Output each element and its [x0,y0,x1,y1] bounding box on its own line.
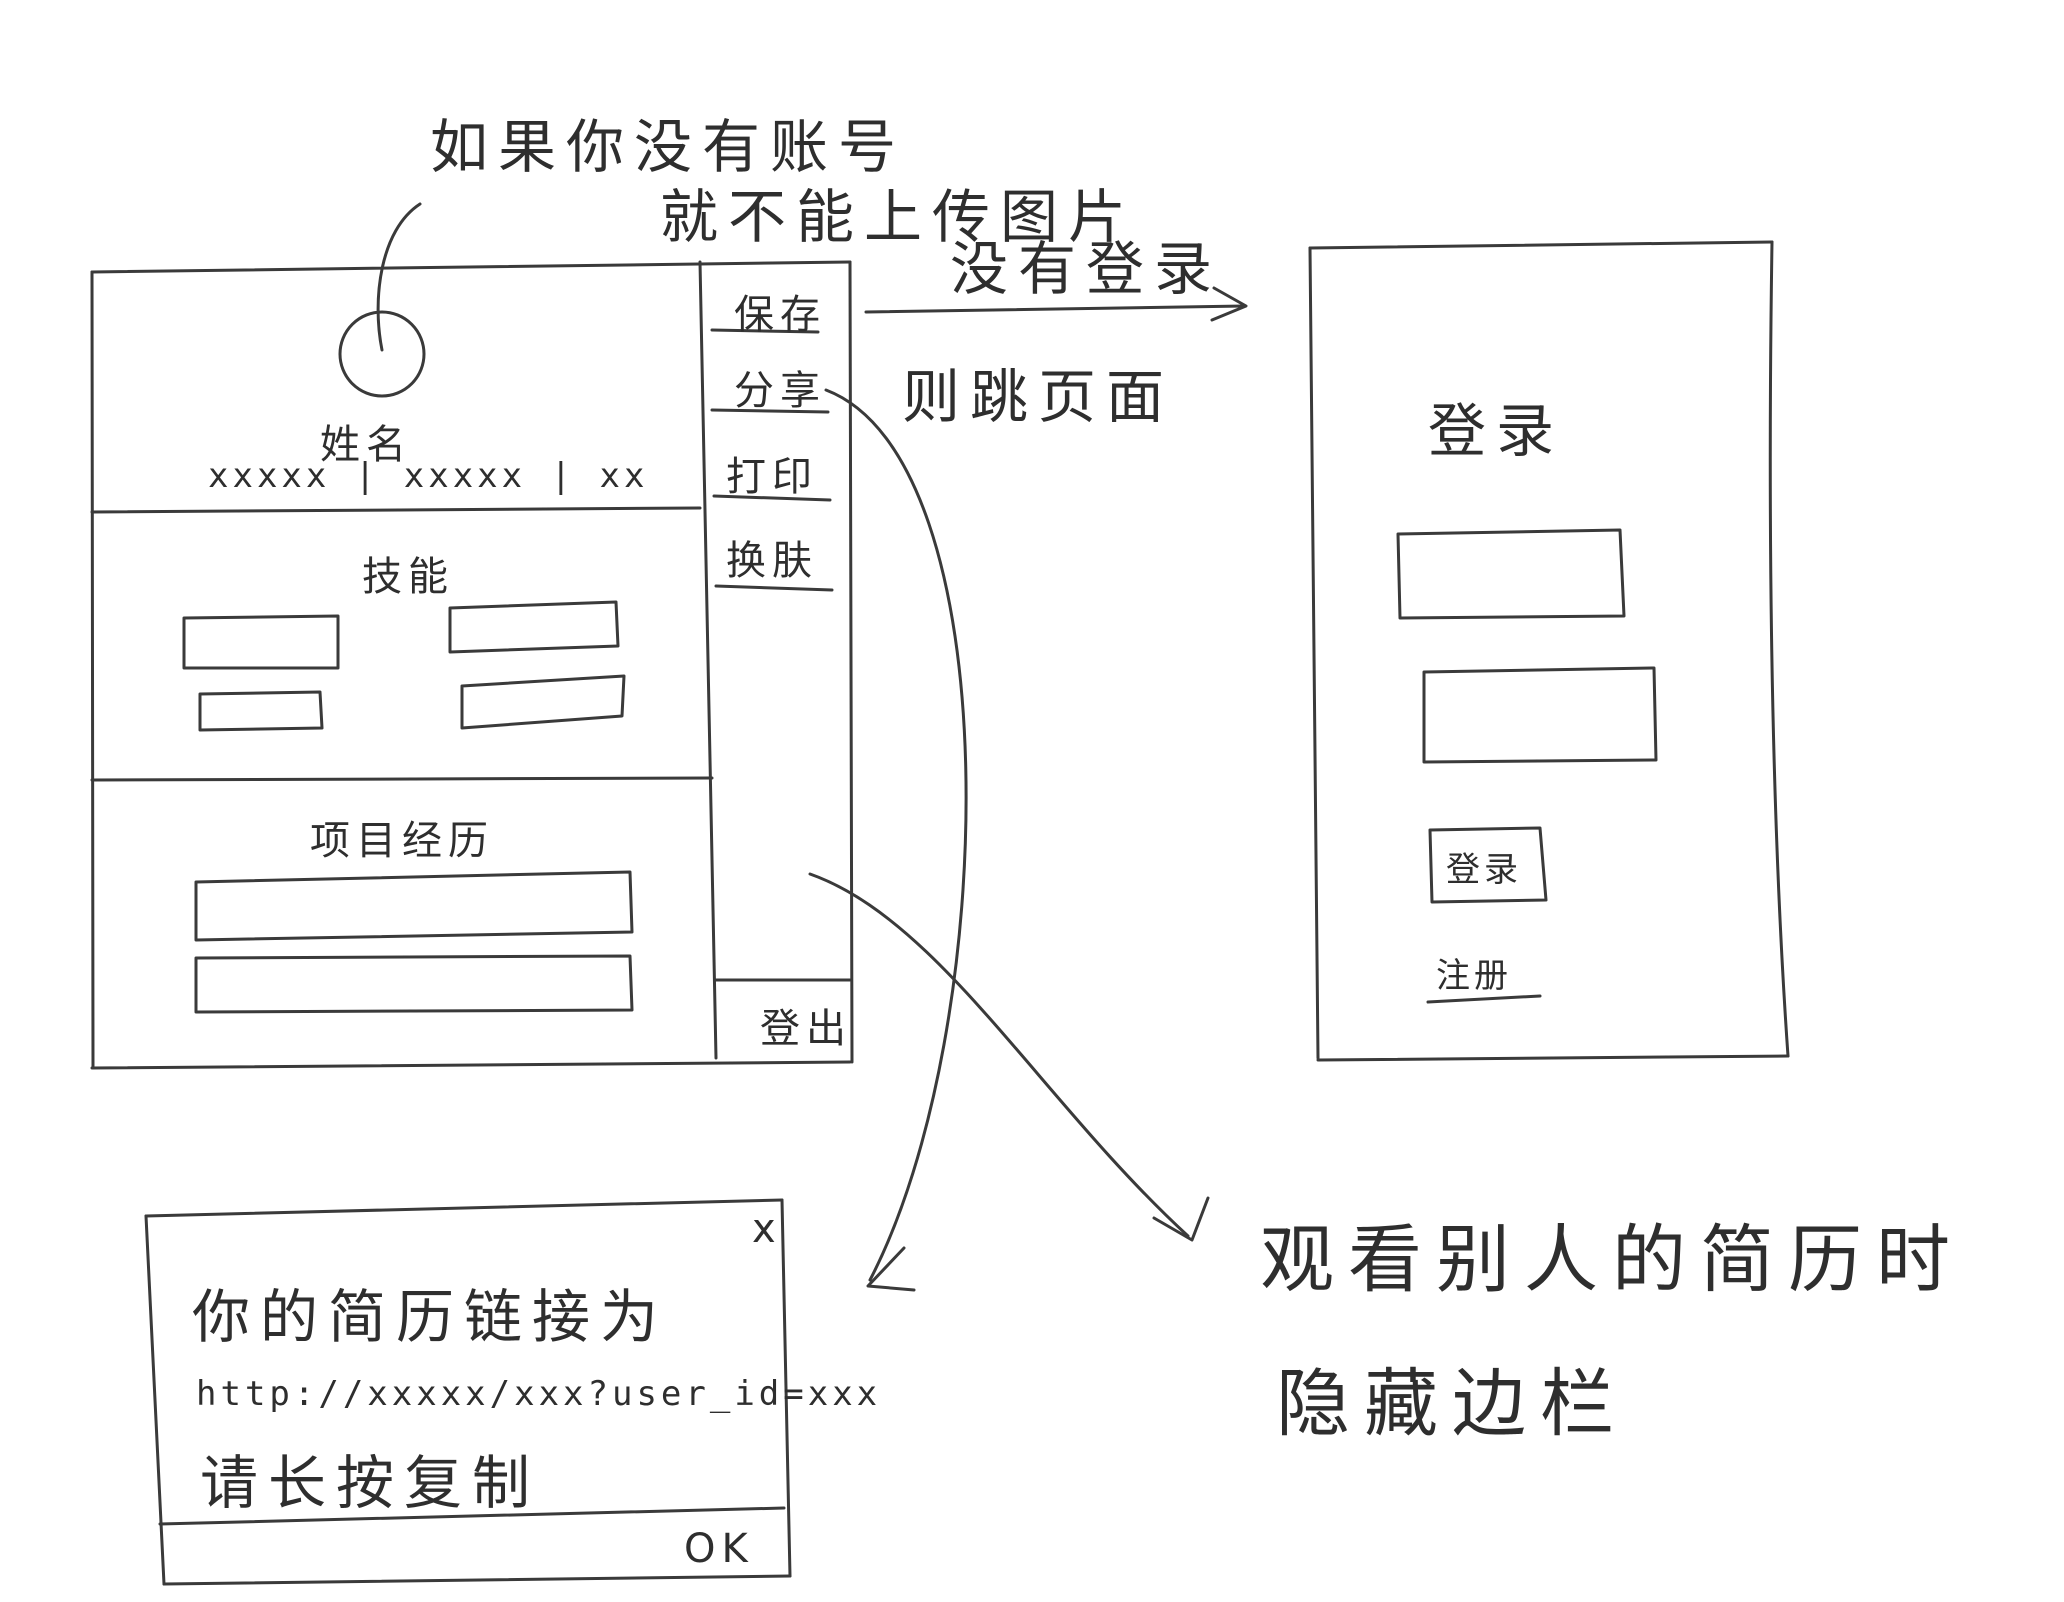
dialog-line1: 你的简历链接为 [192,1283,669,1351]
skills-label: 技能 [362,554,454,600]
hide-sidebar-arrow [808,872,1210,1242]
info-line: xxxxx | xxxxx | xx [208,456,649,496]
project-boxes [194,870,634,1014]
redirect-note-line1: 没有登录 [950,235,1223,303]
dialog-line3: 请长按复制 [200,1449,541,1517]
sidebar-item-print[interactable]: 打印 [726,444,818,502]
login-title: 登录 [1428,397,1565,465]
projects-label: 项目经历 [310,818,494,864]
hide-sidebar-note-line2: 隐藏边栏 [1276,1361,1628,1447]
hide-sidebar-note-line1: 观看别人的简历时 [1260,1217,1964,1303]
sidebar-item-theme[interactable]: 换肤 [726,528,818,586]
wireframe-canvas: 如果你没有账号 就不能上传图片 没有登录 则跳页面 观看别人的简历时 隐藏边栏 … [0,0,2064,1602]
dialog-ok-button[interactable]: OK [684,1526,754,1572]
redirect-note-line2: 则跳页面 [902,363,1175,431]
skills-boxes [182,600,626,732]
dialog-url[interactable]: http://xxxxx/xxx?user_id=xxx [196,1374,881,1414]
login-page-frame [1308,240,1790,1062]
sidebar-item-share[interactable]: 分享 [734,358,826,416]
login-submit-button[interactable]: 登录 [1446,842,1522,891]
sidebar-item-save[interactable]: 保存 [734,282,826,340]
avatar-sketch [338,202,426,398]
dialog-close-icon[interactable]: x [752,1206,782,1252]
register-link[interactable]: 注册 [1436,948,1512,997]
sidebar-logout-button[interactable]: 登出 [760,996,852,1054]
share-arrow [824,388,968,1292]
